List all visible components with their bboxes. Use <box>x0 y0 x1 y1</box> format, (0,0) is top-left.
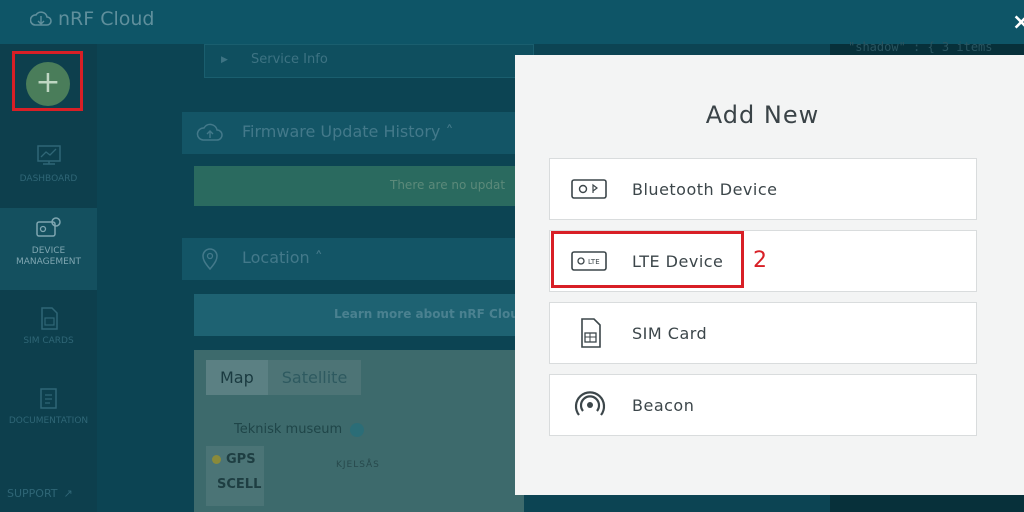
option-label: Beacon <box>632 395 695 415</box>
sidebar-item-dashboard[interactable]: DASHBOARD <box>0 144 97 208</box>
option-label: SIM Card <box>632 323 708 343</box>
museum-pin-icon <box>350 422 365 437</box>
map-view[interactable]: Map Satellite Teknisk museum KJELSÅS GPS… <box>194 350 524 512</box>
chevron-up-icon: ˄ <box>314 248 323 267</box>
sim-card-icon <box>40 307 58 330</box>
documentation-icon <box>39 388 57 409</box>
sim-card-icon <box>570 317 610 349</box>
legend-label: SCELL <box>217 477 262 492</box>
gps-dot-icon <box>212 455 221 464</box>
modal-title: Add New <box>705 101 820 129</box>
legend-item-scell: SCELL <box>212 477 262 492</box>
learn-more-link[interactable]: Learn more about nRF Clou <box>194 294 524 336</box>
legend-label: GPS <box>226 452 256 467</box>
highlight-box-lte <box>551 231 744 288</box>
tab-map[interactable]: Map <box>206 360 268 395</box>
location-title: Location <box>242 248 310 267</box>
sidebar-item-label: SIM CARDS <box>23 336 74 346</box>
option-label: Bluetooth Device <box>632 179 778 199</box>
firmware-empty-message: There are no updat <box>194 166 524 206</box>
map-poi[interactable]: Teknisk museum <box>234 422 365 437</box>
option-beacon[interactable]: Beacon <box>549 374 977 436</box>
cloud-upload-icon <box>196 123 223 141</box>
legend-item-gps: GPS <box>212 452 258 467</box>
map-legend: GPS SCELL <box>206 446 264 506</box>
map-type-tabs: Map Satellite <box>206 360 362 395</box>
firmware-title: Firmware Update History <box>242 122 441 141</box>
sidebar-item-sim-cards[interactable]: SIM CARDS <box>0 306 97 347</box>
code-snippet: "shadow" : { 3 items <box>848 40 993 54</box>
device-management-icon <box>35 217 61 237</box>
sidebar: + DASHBOARD DEVICE MANAGEMENT SIM CARDS … <box>0 44 97 512</box>
external-link-icon: ↗ <box>63 487 73 500</box>
top-bar: nRF Cloud × <box>0 0 1024 44</box>
close-icon[interactable]: × <box>1012 10 1024 35</box>
location-pin-icon <box>202 248 218 271</box>
add-wrapper: + <box>0 44 97 134</box>
service-info-label: Service Info <box>251 52 328 67</box>
sidebar-item-label: DASHBOARD <box>19 174 78 184</box>
support-label: SUPPORT <box>7 487 58 500</box>
option-bluetooth-device[interactable]: Bluetooth Device <box>549 158 977 220</box>
beacon-icon <box>570 389 610 421</box>
caret-right-icon: ▶ <box>221 55 228 65</box>
bluetooth-device-icon <box>570 173 610 205</box>
step-2-marker: 2 <box>753 248 767 273</box>
app-title: nRF Cloud <box>58 8 155 30</box>
sidebar-item-documentation[interactable]: DOCUMENTATION <box>0 386 97 427</box>
brand[interactable]: nRF Cloud <box>30 8 154 30</box>
sidebar-item-label: DOCUMENTATION <box>8 416 89 426</box>
poi-label: Teknisk museum <box>234 422 343 437</box>
chevron-up-icon: ˄ <box>445 122 454 141</box>
option-sim-card[interactable]: SIM Card <box>549 302 977 364</box>
sidebar-item-label: DEVICE MANAGEMENT <box>16 246 81 267</box>
highlight-box-add <box>12 51 83 111</box>
location-section-header[interactable]: Location ˄ <box>182 238 522 280</box>
map-area-label: KJELSÅS <box>336 460 380 470</box>
firmware-section-header[interactable]: Firmware Update History ˄ <box>182 112 522 154</box>
service-info-row[interactable]: ▶ Service Info <box>204 44 534 78</box>
tab-satellite[interactable]: Satellite <box>268 360 362 395</box>
support-link[interactable]: SUPPORT ↗ <box>7 487 73 500</box>
cloud-icon <box>30 11 52 26</box>
sidebar-item-device-management[interactable]: DEVICE MANAGEMENT <box>0 208 97 290</box>
dashboard-icon <box>36 145 61 165</box>
